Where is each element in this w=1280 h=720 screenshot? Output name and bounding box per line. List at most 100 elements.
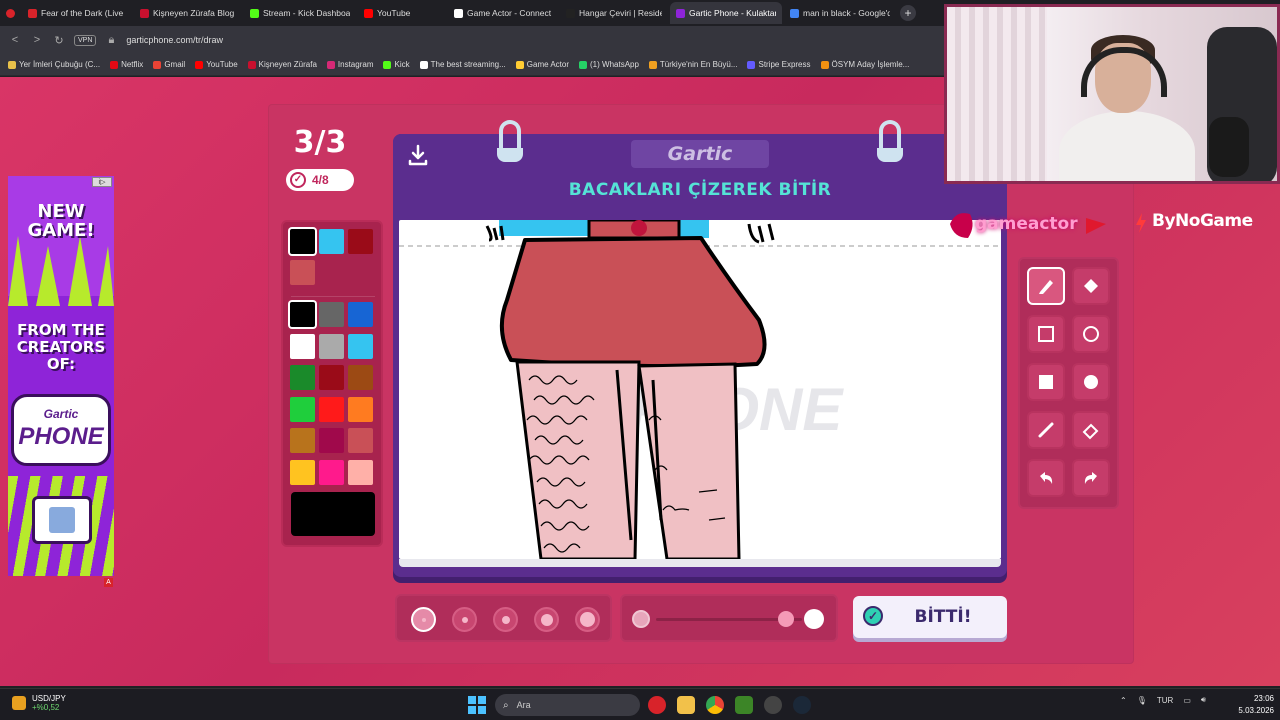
bookmark-favicon-icon xyxy=(247,60,256,69)
browser-tab[interactable]: Fear of the Dark (Live xyxy=(22,2,132,24)
browser-tab[interactable]: man in black - Google'da xyxy=(784,2,896,24)
reload-icon[interactable]: ↻ xyxy=(52,34,66,47)
tool-button[interactable] xyxy=(1072,315,1110,353)
tool-button[interactable] xyxy=(1027,315,1065,353)
clock-date: 5.03.2026 xyxy=(1238,706,1274,715)
brush-size-option[interactable] xyxy=(452,607,477,632)
bookmark-item[interactable]: Gmail xyxy=(153,60,185,69)
binder-ring-left-icon xyxy=(497,120,523,162)
bookmark-item[interactable]: ÖSYM Aday İşlemle... xyxy=(820,60,910,69)
color-swatch[interactable] xyxy=(290,428,315,453)
color-swatch[interactable] xyxy=(319,302,344,327)
drawing-board: Gartic BACAKLARI ÇİZEREK BİTİR PHONE xyxy=(393,120,1007,577)
tool-button[interactable] xyxy=(1072,411,1110,449)
gartic-brand: Gartic xyxy=(631,140,769,168)
back-icon[interactable]: < xyxy=(8,34,22,46)
drawing-canvas[interactable]: PHONE xyxy=(399,220,1001,559)
color-swatch[interactable] xyxy=(290,333,315,359)
tool-button[interactable] xyxy=(1027,267,1065,305)
chevron-up-icon[interactable]: ⌃ xyxy=(1120,696,1127,705)
bookmark-item[interactable]: Yer İmleri Çubuğu (C... xyxy=(8,60,100,69)
color-swatch[interactable] xyxy=(290,365,315,390)
bookmark-item[interactable]: Kick xyxy=(383,60,410,69)
windows-start-icon[interactable] xyxy=(468,696,486,714)
bookmark-item[interactable]: Instagram xyxy=(326,60,373,69)
opacity-low-icon[interactable] xyxy=(632,610,650,628)
stock-widget[interactable]: USD/JPY +%0,52 xyxy=(12,694,66,712)
color-swatch[interactable] xyxy=(348,459,373,485)
ad-info-icon[interactable]: i▷ xyxy=(92,177,112,187)
brush-size-option[interactable] xyxy=(534,607,559,632)
tool-button[interactable] xyxy=(1027,363,1065,401)
chrome-icon[interactable] xyxy=(706,696,724,714)
color-swatch[interactable] xyxy=(348,396,373,422)
color-swatch[interactable] xyxy=(319,396,344,422)
minecraft-icon[interactable] xyxy=(735,696,753,714)
opera-taskbar-icon[interactable] xyxy=(648,696,666,714)
microphone-tray-icon[interactable]: 🎙︎ xyxy=(1137,696,1147,705)
color-swatch[interactable] xyxy=(348,302,373,327)
brush-size-option[interactable] xyxy=(493,607,518,632)
tool-button[interactable] xyxy=(1072,363,1110,401)
bookmark-item[interactable]: (1) WhatsApp xyxy=(579,60,639,69)
bookmark-item[interactable]: Kişneyen Zürafa xyxy=(247,60,317,69)
color-swatch[interactable] xyxy=(290,229,315,254)
color-swatch[interactable] xyxy=(319,333,344,359)
url-field[interactable]: garticphone.com/tr/draw xyxy=(126,35,223,45)
tool-button[interactable] xyxy=(1027,459,1065,497)
new-tab-button[interactable]: + xyxy=(900,5,916,21)
brush-size-option[interactable] xyxy=(411,607,436,632)
color-swatch[interactable] xyxy=(348,333,373,359)
done-button[interactable]: ✓ BİTTİ! xyxy=(853,596,1007,638)
app-icon[interactable] xyxy=(764,696,782,714)
lock-icon[interactable]: 🔒︎ xyxy=(104,34,118,47)
browser-menu[interactable] xyxy=(0,2,22,24)
bookmark-label: Gmail xyxy=(164,60,186,69)
opacity-slider-knob[interactable] xyxy=(778,611,794,627)
language-indicator[interactable]: TUR xyxy=(1157,696,1173,705)
opacity-high-icon[interactable] xyxy=(804,609,824,629)
color-swatch[interactable] xyxy=(290,459,315,485)
download-icon[interactable] xyxy=(407,144,429,166)
bookmark-item[interactable]: Game Actor xyxy=(515,60,569,69)
tool-button[interactable] xyxy=(1072,459,1110,497)
steam-icon[interactable] xyxy=(793,696,811,714)
browser-tab[interactable]: Hangar Çeviri | Resident E xyxy=(560,2,668,24)
bookmark-item[interactable]: Stripe Express xyxy=(747,60,811,69)
color-swatch[interactable] xyxy=(290,396,315,422)
ad-stripes-icon xyxy=(8,236,114,306)
color-swatch[interactable] xyxy=(319,365,344,390)
color-swatch[interactable] xyxy=(348,365,373,390)
network-icon[interactable]: ▭ xyxy=(1183,696,1191,705)
browser-tab[interactable]: YouTube xyxy=(358,2,446,24)
bookmark-item[interactable]: YouTube xyxy=(195,60,238,69)
browser-tab[interactable]: Game Actor - Connect wit xyxy=(448,2,558,24)
bookmark-item[interactable]: Netflix xyxy=(110,60,143,69)
color-swatch[interactable] xyxy=(348,229,373,254)
tool-button[interactable] xyxy=(1072,267,1110,305)
color-swatch[interactable] xyxy=(348,428,373,453)
vpn-badge[interactable]: VPN xyxy=(74,34,97,46)
eraser-icon xyxy=(1082,423,1099,440)
bookmark-item[interactable]: Türkiye'nin En Büyü... xyxy=(648,60,737,69)
file-explorer-icon[interactable] xyxy=(677,696,695,714)
color-swatch[interactable] xyxy=(319,229,344,254)
color-swatch[interactable] xyxy=(290,302,315,327)
tab-favicon-icon xyxy=(250,8,259,18)
bookmark-label: ÖSYM Aday İşlemle... xyxy=(831,60,910,69)
browser-tab[interactable]: Gartic Phone - Kulaktan K xyxy=(670,2,782,24)
forward-icon[interactable]: > xyxy=(30,34,44,46)
color-swatch[interactable] xyxy=(319,428,344,453)
clock[interactable]: 23:06 5.03.2026 xyxy=(1232,693,1274,717)
ad-banner[interactable]: NEW GAME! FROM THE CREATORS OF: Gartic P… xyxy=(8,176,114,576)
color-swatch[interactable] xyxy=(290,260,315,285)
browser-tab[interactable]: Stream - Kick Dashboard xyxy=(244,2,356,24)
bookmark-item[interactable]: The best streaming... xyxy=(419,60,506,69)
tool-button[interactable] xyxy=(1027,411,1065,449)
tool-panel xyxy=(1018,257,1119,509)
brush-size-option[interactable] xyxy=(575,607,600,632)
taskbar-search[interactable]: ⌕ Ara xyxy=(495,694,640,716)
volume-icon[interactable]: 🔊︎ xyxy=(1201,695,1206,705)
color-swatch[interactable] xyxy=(319,459,344,485)
browser-tab[interactable]: Kişneyen Zürafa Blog xyxy=(134,2,242,24)
